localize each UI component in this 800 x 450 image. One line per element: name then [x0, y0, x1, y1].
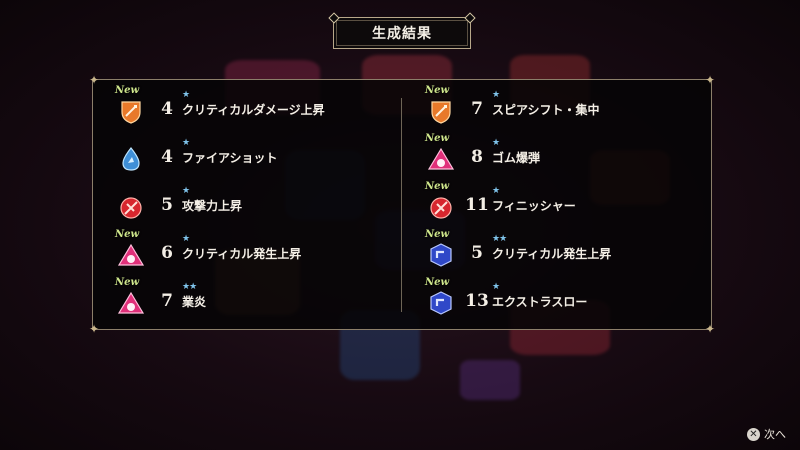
corner-ornament-icon: ✦: [704, 73, 715, 87]
item-name: エクストラスロー: [492, 295, 588, 309]
item-level: 7: [471, 99, 483, 119]
star-rank: ★: [182, 234, 190, 244]
item-level: 5: [471, 243, 483, 263]
item-level: 7: [161, 291, 173, 311]
result-row: New 7 ★★ 業炎: [93, 277, 383, 323]
star-rank: ★★: [182, 282, 197, 292]
result-row: New 7 ★ スピアシフト・集中: [403, 85, 693, 131]
star-rank: ★: [492, 138, 500, 148]
orange-shield-sword-icon: New: [115, 85, 145, 125]
new-tag: New: [425, 277, 450, 288]
corner-ornament-icon: ✦: [704, 322, 715, 336]
item-name: スピアシフト・集中: [492, 103, 600, 117]
new-tag: New: [115, 277, 140, 288]
next-button[interactable]: ✕ 次へ: [747, 426, 786, 442]
result-row: New 4 ★ クリティカルダメージ上昇: [93, 85, 383, 131]
result-row: New 5 ★★ クリティカル発生上昇: [403, 229, 693, 275]
blue-hexagon-gem-icon: New: [425, 229, 455, 269]
result-row: New 13 ★ エクストラスロー: [403, 277, 693, 323]
item-name: フィニッシャー: [492, 199, 576, 213]
item-name: ファイアショット: [182, 151, 278, 165]
item-level: 13: [465, 291, 489, 311]
item-name: ゴム爆弾: [492, 151, 541, 165]
star-rank: ★: [492, 186, 500, 196]
item-level: 4: [161, 147, 173, 167]
result-row: New 6 ★ クリティカル発生上昇: [93, 229, 383, 275]
star-rank: ★★: [492, 234, 507, 244]
red-sword-orb-icon: New: [425, 181, 455, 221]
red-sword-orb-icon: [117, 193, 145, 221]
star-rank: ★: [182, 138, 190, 148]
corner-ornament-icon: ✦: [89, 322, 100, 336]
result-row: 5 ★ 攻撃力上昇: [93, 186, 383, 227]
pink-triangle-gem-icon: New: [115, 229, 145, 269]
corner-ornament-icon: ✦: [89, 73, 100, 87]
next-label: 次へ: [764, 428, 786, 441]
result-row: New 8 ★ ゴム爆弾: [403, 133, 693, 179]
item-name: 攻撃力上昇: [182, 199, 243, 213]
new-tag: New: [425, 85, 450, 96]
star-rank: ★: [182, 90, 190, 100]
result-title-plate: 生成結果: [328, 12, 476, 49]
orange-shield-sword-icon: New: [425, 85, 455, 125]
item-name: クリティカル発生上昇: [182, 247, 302, 261]
pink-triangle-gem-icon: New: [425, 133, 455, 173]
new-tag: New: [425, 181, 450, 192]
blue-hexagon-gem-icon: New: [425, 277, 455, 317]
new-tag: New: [115, 85, 140, 96]
item-name: 業炎: [182, 295, 207, 309]
page-title: 生成結果: [372, 26, 432, 42]
column-divider: [401, 98, 402, 312]
new-tag: New: [425, 133, 450, 144]
item-level: 6: [161, 243, 173, 263]
item-level: 11: [465, 195, 489, 215]
star-rank: ★: [492, 90, 500, 100]
new-tag: New: [425, 229, 450, 240]
blue-droplet-gem-icon: [117, 145, 145, 173]
cross-button-icon: ✕: [747, 427, 760, 441]
item-name: クリティカルダメージ上昇: [182, 103, 325, 117]
item-level: 5: [161, 195, 173, 215]
pink-triangle-gem-icon: New: [115, 277, 145, 317]
result-row: 4 ★ ファイアショット: [93, 138, 383, 179]
item-name: クリティカル発生上昇: [492, 247, 612, 261]
item-level: 4: [161, 99, 173, 119]
results-panel: ✦ ✦ ✦ ✦ New 4 ★ クリティカルダメージ上昇 4 ★ ファイアショッ…: [89, 74, 715, 335]
result-row: New 11 ★ フィニッシャー: [403, 181, 693, 227]
item-level: 8: [471, 147, 483, 167]
star-rank: ★: [492, 282, 500, 292]
star-rank: ★: [182, 186, 190, 196]
background-gem: [460, 360, 520, 400]
new-tag: New: [115, 229, 140, 240]
